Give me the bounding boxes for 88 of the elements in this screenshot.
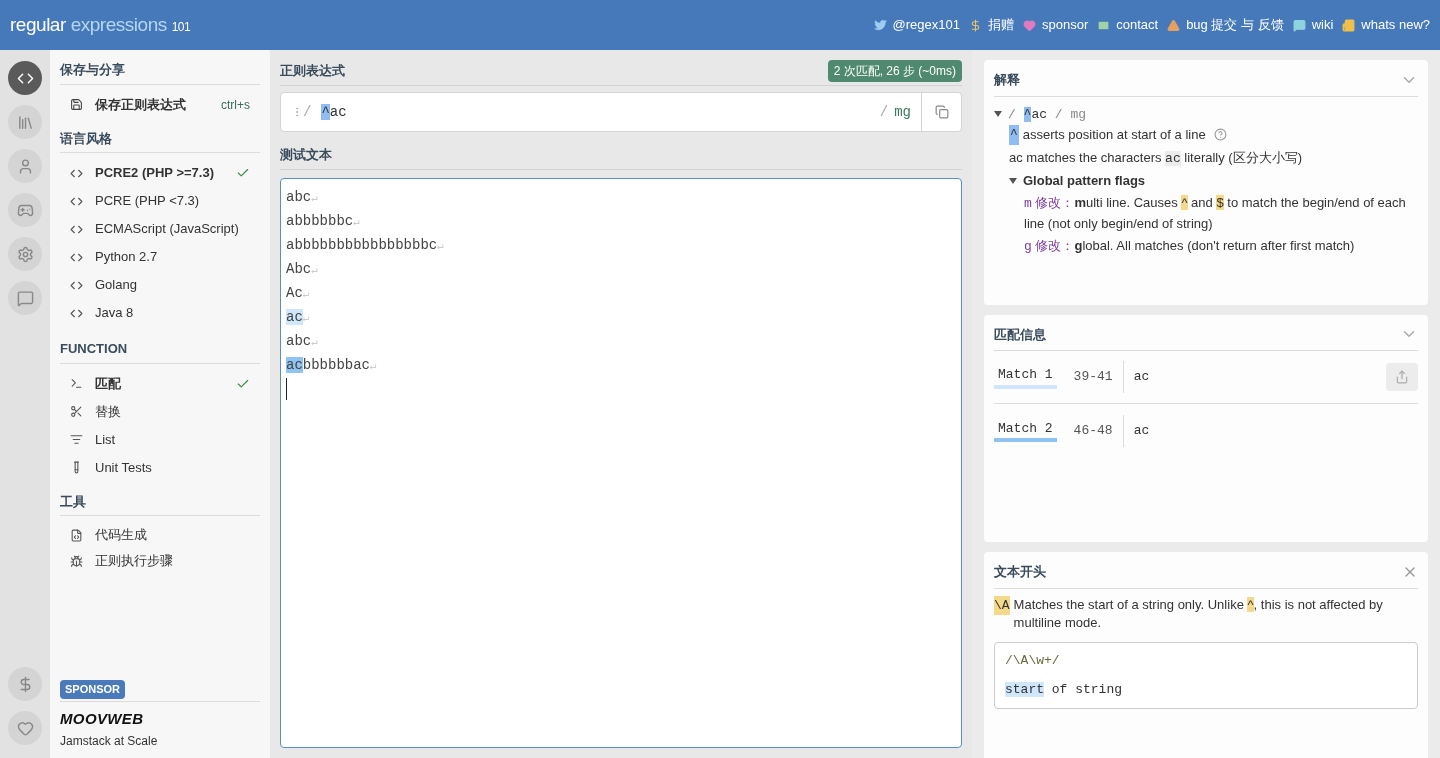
function-item[interactable]: Unit Tests [60,453,260,482]
flavor-item[interactable]: Golang [60,271,260,299]
triangle-icon[interactable] [1009,176,1017,185]
code-file-icon [70,528,83,542]
flavor-item[interactable]: Java 8 [60,299,260,327]
test-line: abc↵ [286,332,318,351]
help-icon[interactable] [1213,128,1227,142]
test-line: abbbbbbc↵ [286,212,360,231]
terminal-icon [70,377,83,390]
tool-item[interactable]: 代码生成 [60,522,260,548]
settings-icon [16,245,34,263]
header-link[interactable]: wiki [1292,15,1334,35]
header-link[interactable]: contact [1097,15,1159,35]
match-label: Match 2 [994,418,1057,443]
gamepad-tab[interactable] [8,193,42,227]
bug-icon [70,554,83,568]
sponsor-logo[interactable]: MOOVWEB [60,707,260,730]
sponsor-badge: SPONSOR [60,680,125,699]
triangle-icon[interactable] [994,110,1002,119]
flavor-item[interactable]: PCRE2 (PHP >=7.3) [60,159,260,187]
flavor-item[interactable]: PCRE (PHP <7.3) [60,187,260,215]
group-title: Global pattern flags [1023,172,1146,190]
panel-title: 文本开头 [994,563,1046,581]
test-line: Ac↵ [286,284,310,303]
section-title: 语言风格 [60,128,260,153]
header-link[interactable]: sponsor [1022,15,1089,35]
function-item[interactable]: 匹配 [60,369,260,398]
test-line: Abc↵ [286,260,318,279]
explanation-text: ac matches the characters ac literally (区分大小写) [1009,148,1304,168]
section-title: 正则表达式 [280,62,345,81]
reference-description: Matches the start of a string only. Unlike ^, this is not affected by multiline mode. [1013,595,1384,632]
share-icon [1395,370,1409,384]
header-link[interactable]: bug 提交 与 反馈 [1167,15,1284,35]
function-item[interactable]: 替换 [60,397,260,426]
check-icon [236,166,250,180]
header-link[interactable]: whats new? [1342,15,1430,35]
test-string-editor[interactable]: abc↵ abbbbbbc↵ abbbbbbbbbbbbbbbbc↵ Abc↵ Ac↵ ac↵ abc↵ acbbbbbbac↵ [280,178,962,748]
token-chip: \A [994,595,1010,615]
match-highlight: ac [286,357,303,373]
token-chip: ^ [1009,125,1019,145]
heart-tab[interactable] [8,711,42,745]
match-range: 46-48 [1073,421,1113,440]
tool-item[interactable]: 正则执行步骤 [60,548,260,574]
test-line: abc↵ [286,188,318,207]
example-text: of string [1050,682,1123,697]
regex-summary: / ^ac / mg [1008,105,1087,124]
match-highlight: start [1005,682,1044,697]
section-title: 测试文本 [280,147,332,162]
panel-title: 解释 [994,71,1020,89]
match-status-badge: 2 次匹配, 26 步 (~0ms) [827,60,962,82]
settings-tab[interactable] [8,237,42,271]
match-value: ac [1133,368,1151,387]
chat-icon [16,289,34,307]
library-tab[interactable] [8,105,42,139]
user-tab[interactable] [8,149,42,183]
chat-tab[interactable] [8,281,42,315]
section-title: FUNCTION [60,339,260,364]
text-cursor [286,378,287,400]
match-label: Match 1 [994,365,1057,389]
site-logo[interactable]: regular expressions 101 [10,10,191,40]
function-item[interactable]: List [60,425,260,454]
flavor-item[interactable]: Python 2.7 [60,243,260,271]
test-line: acbbbbbbac↵ [286,356,377,375]
explanation-text: asserts position at start of a line [1022,126,1206,144]
sponsor-tagline: Jamstack at Scale [60,733,159,750]
library-icon [16,113,34,131]
flag-explanation: g 修改：global. All matches (don't return after first match) [1024,236,1356,256]
example-pattern: /\A\w+/ [1005,651,1061,670]
panel-title: 匹配信息 [994,325,1046,344]
code-tab[interactable] [8,61,42,95]
match-range: 39-41 [1073,368,1113,387]
match-value: ac [1133,421,1151,440]
header-link[interactable]: @regex101 [873,15,960,35]
scissors-icon [70,405,83,418]
test-line: ac↵ [286,308,310,327]
dollar-tab[interactable] [8,667,42,701]
header-link[interactable]: 捐赠 [968,15,1014,35]
save-icon [70,98,83,111]
section-title: 工具 [60,491,260,516]
flag-explanation: m 修改：multi line. Causes ^ and $ to match the begin/end of each line (not only begin/end of string) [1024,193,1407,233]
match-highlight: ac [286,309,303,325]
section-title: 保存与分享 [60,60,260,85]
flavor-item[interactable]: ECMAScript (JavaScript) [60,215,260,243]
test-line: abbbbbbbbbbbbbbbbc↵ [286,236,444,255]
heart-icon [16,719,34,737]
list-icon [70,433,83,446]
save-regex-item[interactable]: 保存正则表达式 ctrl+s [60,90,260,119]
export-button[interactable] [1386,363,1418,391]
